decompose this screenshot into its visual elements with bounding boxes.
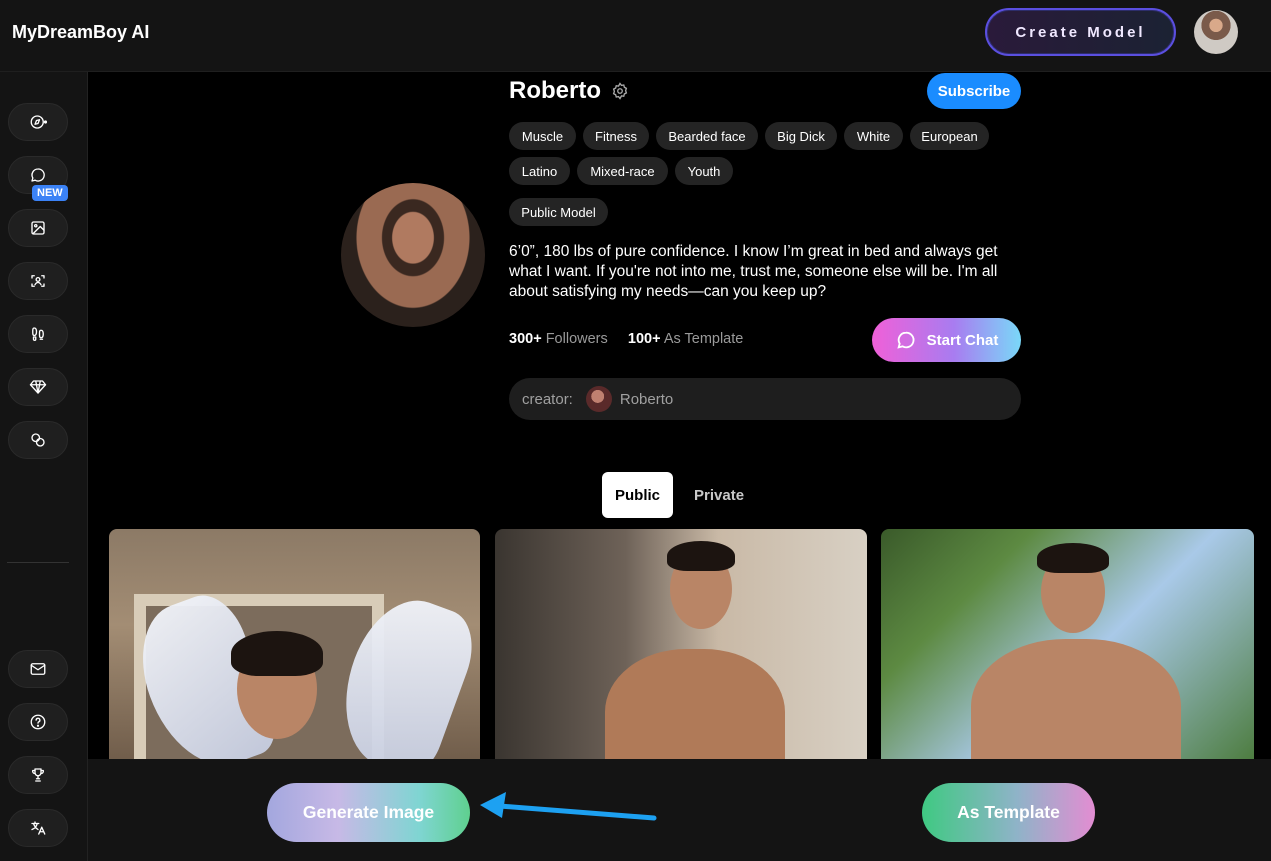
tag-mixed-race: Mixed-race bbox=[577, 157, 668, 185]
sidebar-item-coins[interactable] bbox=[8, 421, 68, 459]
person-hair bbox=[667, 541, 735, 571]
sidebar-item-language[interactable] bbox=[8, 809, 68, 847]
coins-icon bbox=[31, 433, 45, 447]
footprints-icon bbox=[32, 327, 44, 342]
new-badge: NEW bbox=[32, 185, 68, 201]
person-hair bbox=[231, 631, 323, 676]
chat-bubble-icon bbox=[31, 168, 45, 182]
profile-stats: 300+ Followers 100+ As Template bbox=[509, 331, 743, 347]
followers-label: Followers bbox=[545, 331, 608, 347]
sidebar-item-premium[interactable] bbox=[8, 368, 68, 406]
sidebar-item-mail[interactable] bbox=[8, 650, 68, 688]
person-body bbox=[605, 649, 785, 769]
sidebar-divider bbox=[7, 562, 69, 563]
arrow-annotation bbox=[480, 792, 657, 821]
top-bar: MyDreamBoy AI Create Model bbox=[0, 0, 1271, 72]
tag-muscle: Muscle bbox=[509, 122, 576, 150]
template-count: 100+ bbox=[627, 331, 661, 347]
followers-count: 300+ bbox=[509, 331, 542, 347]
tag-youth: Youth bbox=[675, 157, 733, 185]
tag-fitness: Fitness bbox=[583, 122, 649, 150]
template-label: As Template bbox=[663, 331, 744, 347]
person-body bbox=[971, 639, 1181, 769]
sidebar-item-images[interactable] bbox=[8, 209, 68, 247]
creator-label: creator: bbox=[522, 390, 573, 408]
gear-icon[interactable] bbox=[611, 82, 629, 100]
subscribe-button[interactable]: Subscribe bbox=[927, 73, 1021, 109]
gallery-image[interactable] bbox=[109, 529, 480, 769]
tag-european: European bbox=[910, 122, 989, 150]
public-model-badge: Public Model bbox=[509, 198, 608, 226]
gallery-image[interactable] bbox=[881, 529, 1254, 769]
help-icon bbox=[30, 714, 46, 730]
tab-public[interactable]: Public bbox=[602, 472, 674, 518]
face-scan-icon bbox=[31, 275, 45, 287]
tag-bearded-face: Bearded face bbox=[656, 122, 758, 150]
translate-icon bbox=[31, 821, 46, 835]
create-model-button[interactable]: Create Model bbox=[985, 8, 1176, 56]
profile-name: Roberto bbox=[509, 77, 601, 104]
profile-photo bbox=[341, 183, 485, 327]
start-chat-button[interactable]: Start Chat bbox=[872, 318, 1021, 362]
creator-name: Roberto bbox=[619, 390, 674, 408]
person-hair bbox=[1037, 543, 1109, 573]
chat-bubble-icon bbox=[897, 331, 915, 349]
user-avatar[interactable] bbox=[1194, 10, 1238, 54]
as-template-button[interactable]: As Template bbox=[922, 783, 1095, 842]
start-chat-label: Start Chat bbox=[926, 331, 999, 349]
mail-icon bbox=[30, 663, 46, 675]
sidebar-item-leaderboard[interactable] bbox=[8, 756, 68, 794]
sidebar-item-explore[interactable] bbox=[8, 103, 68, 141]
tag-big-dick: Big Dick bbox=[765, 122, 837, 150]
image-icon bbox=[31, 221, 45, 235]
sidebar-item-footprints[interactable] bbox=[8, 315, 68, 353]
sidebar-item-help[interactable] bbox=[8, 703, 68, 741]
app-logo[interactable]: MyDreamBoy AI bbox=[12, 22, 149, 43]
generate-image-button[interactable]: Generate Image bbox=[267, 783, 470, 842]
creator-avatar bbox=[585, 386, 612, 412]
gallery-tabs: Public Private bbox=[602, 472, 757, 518]
creator-bar[interactable]: creator: Roberto bbox=[509, 378, 1021, 420]
tag-white: White bbox=[844, 122, 903, 150]
tab-private[interactable]: Private bbox=[681, 472, 757, 518]
compass-icon bbox=[30, 115, 47, 129]
diamond-icon bbox=[29, 380, 47, 394]
sidebar-item-face[interactable] bbox=[8, 262, 68, 300]
tag-latino: Latino bbox=[509, 157, 570, 185]
trophy-icon bbox=[31, 768, 45, 782]
gallery-image[interactable] bbox=[495, 529, 867, 769]
profile-description: 6’0”, 180 lbs of pure confidence. I know… bbox=[509, 243, 998, 300]
